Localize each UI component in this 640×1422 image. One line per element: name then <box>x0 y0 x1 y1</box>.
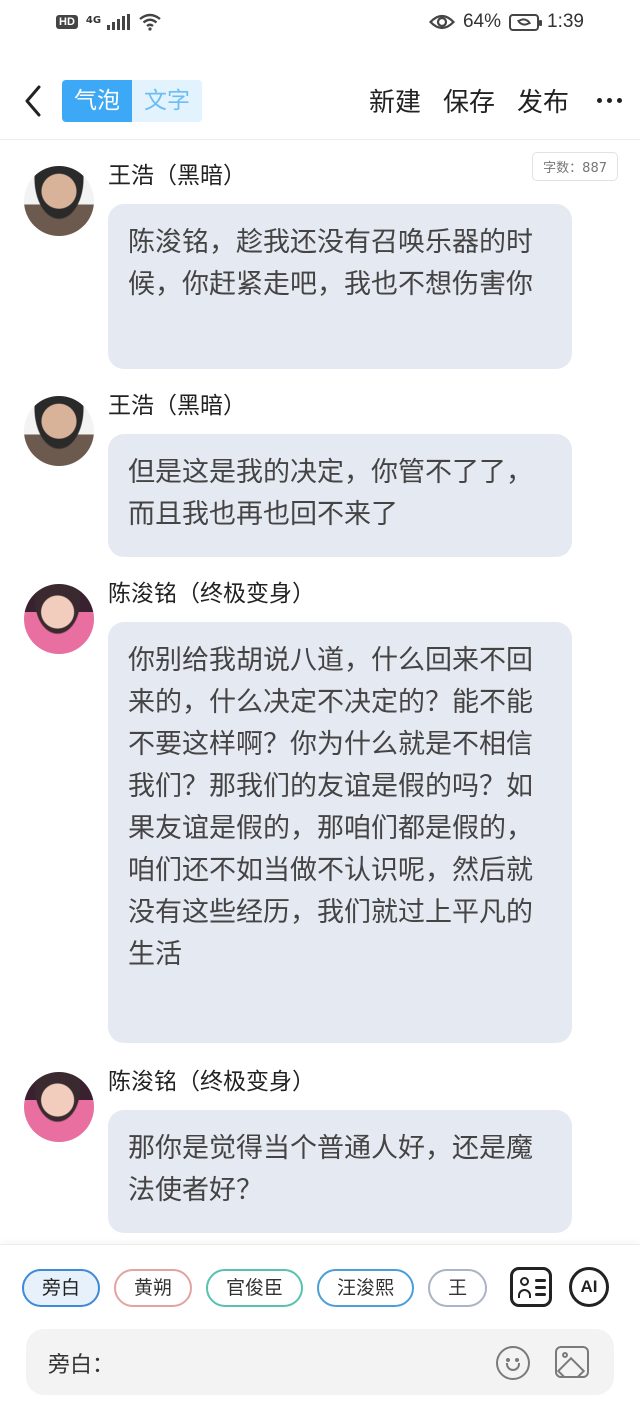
more-icon[interactable] <box>597 98 622 103</box>
tab-text[interactable]: 文字 <box>132 79 202 122</box>
sender-name: 王浩（黑暗） <box>108 163 246 189</box>
role-chips: 旁白 黄朔 官俊臣 汪浚熙 王 <box>22 1269 492 1309</box>
sender-name: 陈浚铭（终极变身） <box>108 581 315 607</box>
role-chip[interactable]: 王 <box>428 1269 488 1307</box>
emoji-icon[interactable] <box>496 1346 530 1380</box>
message-bubble[interactable]: 但是这是我的决定，你管不了了，而且我也再也回不来了 <box>108 434 572 557</box>
avatar[interactable] <box>24 1072 94 1142</box>
clock: 1:39 <box>547 11 584 32</box>
new-button[interactable]: 新建 <box>369 82 421 119</box>
publish-button[interactable]: 发布 <box>517 82 569 119</box>
role-chip[interactable]: 汪浚熙 <box>317 1269 415 1307</box>
signal-icon <box>107 14 131 30</box>
wifi-icon <box>139 13 161 31</box>
bottom-panel: 旁白 黄朔 官俊臣 汪浚熙 王 AI 旁白： <box>0 1244 640 1422</box>
input-label: 旁白： <box>48 1353 115 1378</box>
status-right: 64% 1:39 <box>428 11 584 33</box>
message-bubble[interactable]: 那你是觉得当个普通人好，还是魔法使者好？ <box>108 1110 572 1233</box>
ai-icon[interactable]: AI <box>569 1267 609 1307</box>
status-left: HD 4G <box>56 13 162 31</box>
tab-bubble[interactable]: 气泡 <box>62 79 132 122</box>
save-button[interactable]: 保存 <box>443 82 495 119</box>
character-card-icon[interactable] <box>510 1267 552 1307</box>
message-bubble[interactable]: 陈浚铭，趁我还没有召唤乐器的时候，你赶紧走吧，我也不想伤害你 <box>108 204 572 369</box>
role-chip[interactable]: 黄朔 <box>114 1269 193 1307</box>
status-bar: HD 4G 64% 1:39 <box>0 0 640 44</box>
header-actions: 新建 保存 发布 <box>369 82 622 119</box>
top-bar: 气泡 文字 新建 保存 发布 <box>0 62 640 140</box>
role-chip[interactable]: 官俊臣 <box>206 1269 304 1307</box>
sender-name: 陈浚铭（终极变身） <box>108 1069 315 1095</box>
role-chip-narrator[interactable]: 旁白 <box>22 1269 101 1307</box>
mode-toggle: 气泡 文字 <box>62 79 202 122</box>
avatar[interactable] <box>24 584 94 654</box>
image-icon[interactable] <box>555 1346 589 1378</box>
word-count-badge: 字数：887 <box>532 152 618 181</box>
battery-percent: 64% <box>462 11 502 32</box>
avatar[interactable] <box>24 396 94 466</box>
sender-name: 王浩（黑暗） <box>108 393 246 419</box>
eye-icon <box>428 14 455 30</box>
avatar[interactable] <box>24 166 94 236</box>
hd-badge: HD <box>56 15 78 29</box>
network-type: 4G <box>85 15 102 26</box>
battery-icon <box>509 13 543 31</box>
narration-input[interactable]: 旁白： <box>26 1329 614 1395</box>
back-arrow-icon[interactable] <box>18 81 48 121</box>
message-bubble[interactable]: 你别给我胡说八道，什么回来不回来的，什么决定不决定的？能不能不要这样啊？你为什么… <box>108 622 572 1043</box>
